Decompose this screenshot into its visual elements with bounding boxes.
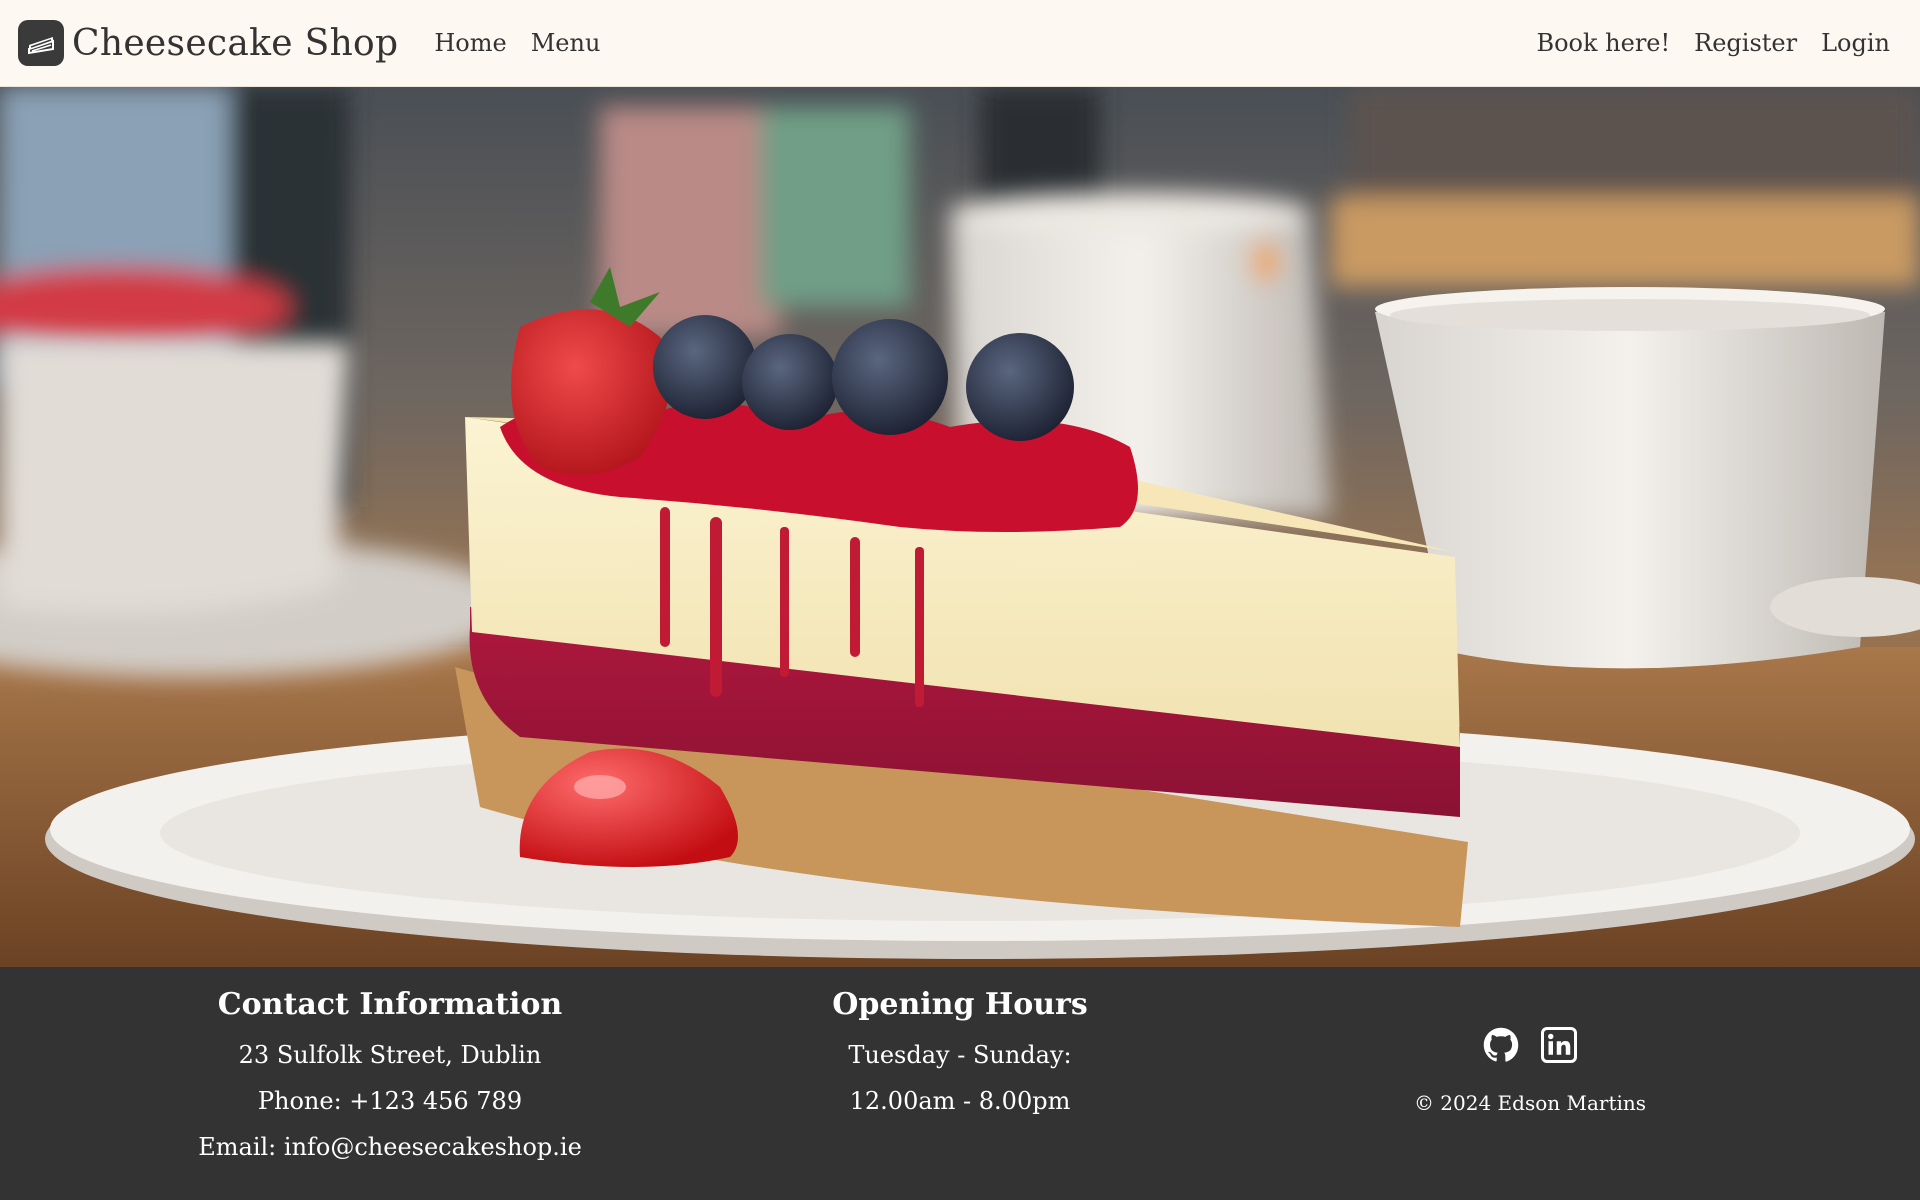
nav-menu-link[interactable]: Menu (531, 29, 601, 57)
contact-title: Contact Information (217, 987, 563, 1022)
contact-section: Contact Information 23 Sulfolk Street, D… (140, 987, 640, 1170)
social-section: © 2024 Edson Martins (1330, 1027, 1730, 1115)
hours-days: Tuesday - Sunday: (848, 1041, 1072, 1069)
social-links (1330, 1027, 1730, 1063)
nav-home-link[interactable]: Home (434, 29, 506, 57)
linkedin-icon[interactable] (1541, 1027, 1577, 1063)
hours-times: 12.00am - 8.00pm (849, 1087, 1071, 1115)
hours-section: Opening Hours Tuesday - Sunday: 12.00am … (760, 987, 1160, 1124)
hours-title: Opening Hours (832, 987, 1088, 1022)
footer: Contact Information 23 Sulfolk Street, D… (0, 967, 1920, 1200)
nav-right: Book here! Register Login (1536, 29, 1890, 57)
brand[interactable]: Cheesecake Shop (18, 20, 398, 66)
github-icon[interactable] (1483, 1027, 1519, 1063)
nav-register-link[interactable]: Register (1694, 29, 1797, 57)
cake-slice-icon (18, 20, 64, 66)
nav-book-link[interactable]: Book here! (1536, 29, 1670, 57)
copyright: © 2024 Edson Martins (1413, 1091, 1647, 1115)
nav-left: Home Menu (434, 29, 600, 57)
brand-name[interactable]: Cheesecake Shop (72, 23, 398, 64)
contact-address: 23 Sulfolk Street, Dublin (238, 1041, 542, 1069)
nav-login-link[interactable]: Login (1821, 29, 1890, 57)
cheesecake-illustration (0, 87, 1920, 967)
contact-phone: Phone: +123 456 789 (257, 1087, 523, 1115)
navbar: Cheesecake Shop Home Menu Book here! Reg… (0, 0, 1920, 87)
hero-image (0, 87, 1920, 967)
contact-email: Email: info@cheesecakeshop.ie (198, 1133, 582, 1161)
